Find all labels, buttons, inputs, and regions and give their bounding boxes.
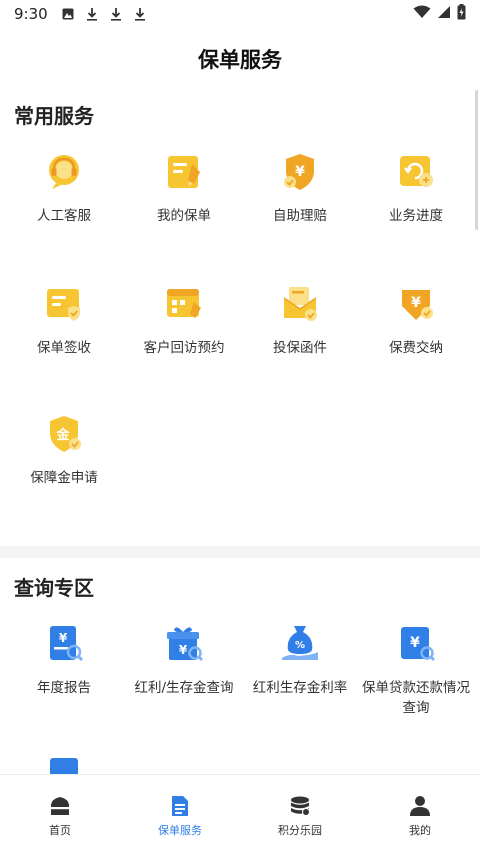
dividend-gift-icon: ¥: [162, 622, 206, 666]
section-divider: [0, 546, 480, 558]
service-label: 客户回访预约: [143, 340, 225, 356]
service-customer-service[interactable]: 人工客服: [4, 150, 124, 226]
wifi-icon: [413, 5, 431, 18]
svg-text:¥: ¥: [179, 643, 188, 657]
insurance-letter-icon: [278, 282, 322, 326]
query-dividend[interactable]: ¥ 红利/生存金查询: [124, 622, 244, 698]
policy-sign-icon: [42, 282, 86, 326]
nav-home[interactable]: 首页: [0, 775, 120, 852]
nav-profile[interactable]: 我的: [360, 775, 480, 852]
service-label: 自助理赔: [273, 208, 327, 224]
points-coins-icon: [291, 796, 310, 816]
nav-label: 积分乐园: [278, 824, 322, 837]
claim-shield-icon: ¥: [278, 150, 322, 194]
service-policy-sign[interactable]: 保单签收: [4, 282, 124, 358]
query-loan-repayment[interactable]: ¥ 保单贷款还款情况查询: [356, 622, 476, 718]
visit-appointment-icon: [162, 282, 206, 326]
gallery-notification-icon: [62, 8, 74, 20]
svg-text:¥: ¥: [59, 631, 68, 645]
premium-payment-icon: ¥: [394, 282, 438, 326]
service-my-policy[interactable]: 我的保单: [124, 150, 244, 226]
policy-document-icon: [162, 150, 206, 194]
svg-text:%: %: [295, 640, 305, 651]
download-notification-icon: [110, 8, 121, 21]
svg-text:¥: ¥: [410, 635, 420, 651]
service-label: 保单签收: [37, 340, 91, 356]
svg-text:¥: ¥: [295, 164, 305, 180]
service-business-progress[interactable]: 业务进度: [356, 150, 476, 226]
nav-points-park[interactable]: 积分乐园: [240, 775, 360, 852]
policy-service-icon: [172, 796, 188, 816]
service-label: 我的保单: [157, 208, 211, 224]
status-bar: 9:30: [0, 0, 480, 28]
service-label: 保障金申请: [30, 470, 98, 486]
nav-label: 首页: [49, 824, 71, 837]
page-title: 保单服务: [198, 48, 282, 72]
section-title-common: 常用服务: [14, 104, 94, 128]
signal-icon: [438, 6, 450, 18]
home-icon: [51, 797, 69, 815]
download-notification-icon: [134, 8, 145, 21]
svg-text:金: 金: [55, 427, 70, 443]
customer-service-icon: [42, 150, 86, 194]
service-visit-appointment[interactable]: 客户回访预约: [124, 282, 244, 358]
service-premium-payment[interactable]: ¥ 保费交纳: [356, 282, 476, 358]
nav-label: 我的: [409, 824, 431, 837]
annual-report-icon: ¥: [42, 622, 86, 666]
service-label: 业务进度: [389, 208, 443, 224]
service-label: 人工客服: [37, 208, 91, 224]
partial-query-icon: [50, 758, 78, 774]
battery-icon: [457, 4, 466, 20]
query-label: 红利生存金利率: [252, 680, 348, 696]
service-self-claim[interactable]: ¥ 自助理赔: [240, 150, 360, 226]
service-benefit-application[interactable]: 金 保障金申请: [4, 412, 124, 488]
query-label: 保单贷款还款情况查询: [362, 680, 470, 716]
bottom-navigation: 首页 保单服务 积分乐园 我的: [0, 774, 480, 852]
progress-refresh-icon: [394, 150, 438, 194]
interest-rate-bag-icon: %: [278, 622, 322, 666]
query-interest-rate[interactable]: % 红利生存金利率: [240, 622, 360, 698]
notification-icons: [62, 7, 146, 21]
query-label: 红利/生存金查询: [134, 680, 234, 696]
profile-icon: [410, 796, 430, 816]
service-insurance-letter[interactable]: 投保函件: [240, 282, 360, 358]
nav-policy-service[interactable]: 保单服务: [120, 775, 240, 852]
status-time: 9:30: [14, 5, 48, 23]
system-icons: [413, 4, 466, 20]
query-label: 年度报告: [37, 680, 91, 696]
svg-text:¥: ¥: [411, 295, 421, 311]
benefit-gold-icon: 金: [42, 412, 86, 456]
section-title-query: 查询专区: [14, 576, 94, 600]
query-annual-report[interactable]: ¥ 年度报告: [4, 622, 124, 698]
nav-label: 保单服务: [158, 824, 202, 837]
service-label: 投保函件: [273, 340, 327, 356]
service-label: 保费交纳: [389, 340, 443, 356]
loan-repayment-icon: ¥: [394, 622, 438, 666]
download-notification-icon: [86, 8, 97, 21]
